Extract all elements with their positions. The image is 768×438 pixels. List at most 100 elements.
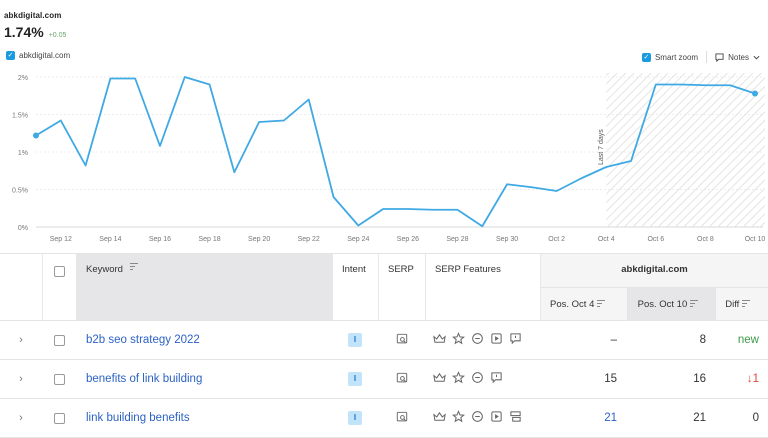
header-position-row: Pos. Oct 4 Pos. Oct 10 Diff (541, 288, 768, 321)
header-pos-oct10[interactable]: Pos. Oct 10 (626, 288, 716, 321)
header-diff[interactable]: Diff (715, 288, 768, 321)
position-oct10: 16 (693, 373, 706, 385)
x-tick-label: Sep 24 (347, 236, 369, 243)
row-checkbox[interactable] (53, 412, 65, 424)
serp-features-list (425, 371, 540, 387)
header-keyword[interactable]: Keyword (76, 254, 332, 320)
x-tick-label: Oct 6 (647, 236, 664, 243)
x-tick-label: Oct 2 (548, 236, 565, 243)
header-domain-group: abkdigital.com Pos. Oct 4 Pos. Oct 10 Di… (540, 254, 768, 321)
visibility-line-chart[interactable]: 0% 0.5% 1% 1.5% 2% Last 7 days Sep 12 Sep 14 Sep… (0, 70, 768, 248)
table-row[interactable]: › link building benefits I 21 21 0 (0, 399, 768, 438)
row-checkbox[interactable] (53, 334, 65, 346)
star-icon (452, 332, 465, 348)
visibility-change: +0.05 (48, 32, 67, 39)
notes-label: Notes (728, 52, 749, 62)
last-7-days-region (606, 73, 765, 227)
position-oct10: 8 (699, 334, 706, 346)
keyword-table: Keyword Intent SERP SERP Features abkdig… (0, 253, 768, 438)
crown-icon (433, 371, 446, 387)
table-body: › b2b seo strategy 2022 I – 8 new › benefits of… (0, 321, 768, 438)
header-serp-features: SERP Features (425, 254, 540, 320)
last-7-days-annotation: Last 7 days (598, 129, 605, 165)
header-pos-oct4[interactable]: Pos. Oct 4 (541, 288, 627, 321)
video-icon (490, 410, 503, 426)
smart-zoom-checkbox-icon[interactable]: ✓ (641, 52, 651, 62)
expand-chevron-icon[interactable]: › (0, 373, 42, 385)
x-tick-label: Sep 16 (149, 236, 171, 243)
x-tick-label: Sep 12 (50, 236, 72, 243)
serp-preview-icon[interactable] (396, 411, 408, 426)
header-intent: Intent (332, 254, 378, 320)
header-pos-oct10-label: Pos. Oct 10 (637, 299, 688, 310)
table-row[interactable]: › b2b seo strategy 2022 I – 8 new (0, 321, 768, 360)
select-all-checkbox[interactable] (54, 266, 65, 277)
intent-badge: I (348, 333, 362, 347)
header-diff-label: Diff (725, 299, 740, 310)
x-tick-label: Oct 8 (697, 236, 714, 243)
x-tick-label: Sep 30 (496, 236, 518, 243)
serp-features-list (425, 410, 540, 426)
header-checkbox-col (42, 254, 76, 320)
smart-zoom-label: Smart zoom (654, 52, 699, 62)
sort-icon[interactable] (129, 263, 138, 270)
x-tick-label: Sep 28 (446, 236, 468, 243)
serp-preview-icon[interactable] (396, 372, 408, 387)
link-icon (471, 410, 484, 426)
data-point[interactable] (752, 90, 758, 97)
sort-icon[interactable] (690, 299, 699, 307)
series-legend[interactable]: ✓ abkdigital.com (6, 51, 70, 60)
series-label: abkdigital.com (19, 51, 71, 60)
header-domain: abkdigital.com (541, 254, 768, 288)
table-header: Keyword Intent SERP SERP Features abkdig… (0, 253, 768, 321)
header-serp: SERP (378, 254, 425, 320)
visibility-value: 1.74% (4, 24, 44, 40)
serp-preview-icon[interactable] (396, 333, 408, 348)
x-tick-label: Sep 14 (99, 236, 121, 243)
review-icon (490, 371, 503, 387)
visibility-row: 1.74% +0.05 (4, 24, 66, 40)
position-diff: 0 (752, 412, 759, 424)
row-checkbox[interactable] (53, 373, 65, 385)
table-row[interactable]: › benefits of link building I 15 16 ↓1 (0, 360, 768, 399)
series-checkbox-icon[interactable]: ✓ (6, 51, 15, 60)
expand-chevron-icon[interactable]: › (0, 334, 42, 346)
data-point[interactable] (33, 132, 39, 139)
sort-icon[interactable] (742, 299, 751, 307)
keyword-link[interactable]: benefits of link building (76, 373, 332, 385)
position-oct4: 15 (604, 373, 617, 385)
controls-divider (706, 51, 708, 63)
y-tick-label: 1% (18, 150, 28, 157)
x-tick-label: Sep 26 (397, 236, 419, 243)
crown-icon (433, 332, 446, 348)
x-tick-label: Sep 18 (198, 236, 220, 243)
domain-header: abkdigital.com 1.74% +0.05 (4, 11, 66, 40)
y-tick-label: 1.5% (12, 113, 28, 120)
header-keyword-label: Keyword (86, 264, 123, 275)
position-diff: ↓1 (746, 373, 759, 385)
intent-badge: I (348, 411, 362, 425)
star-icon (452, 410, 465, 426)
x-tick-label: Oct 10 (745, 236, 766, 243)
smart-zoom-toggle[interactable]: ✓ Smart zoom (641, 52, 699, 62)
video-icon (490, 332, 503, 348)
sitelinks-icon (509, 410, 522, 426)
domain-name: abkdigital.com (4, 11, 62, 20)
serp-features-list (425, 332, 540, 348)
chart-controls: ✓ Smart zoom Notes (641, 51, 760, 63)
keyword-link[interactable]: link building benefits (76, 412, 332, 424)
keyword-link[interactable]: b2b seo strategy 2022 (76, 334, 332, 346)
x-tick-label: Sep 22 (298, 236, 320, 243)
header-expand-col (0, 254, 42, 320)
link-icon (471, 371, 484, 387)
position-diff: new (737, 334, 759, 346)
sort-icon[interactable] (597, 299, 606, 307)
note-icon (715, 52, 724, 62)
x-tick-label: Oct 4 (598, 236, 615, 243)
position-oct4: – (610, 334, 617, 346)
crown-icon (433, 410, 446, 426)
expand-chevron-icon[interactable]: › (0, 412, 42, 424)
notes-dropdown[interactable]: Notes (715, 53, 760, 62)
review-icon (509, 332, 522, 348)
link-icon (471, 332, 484, 348)
